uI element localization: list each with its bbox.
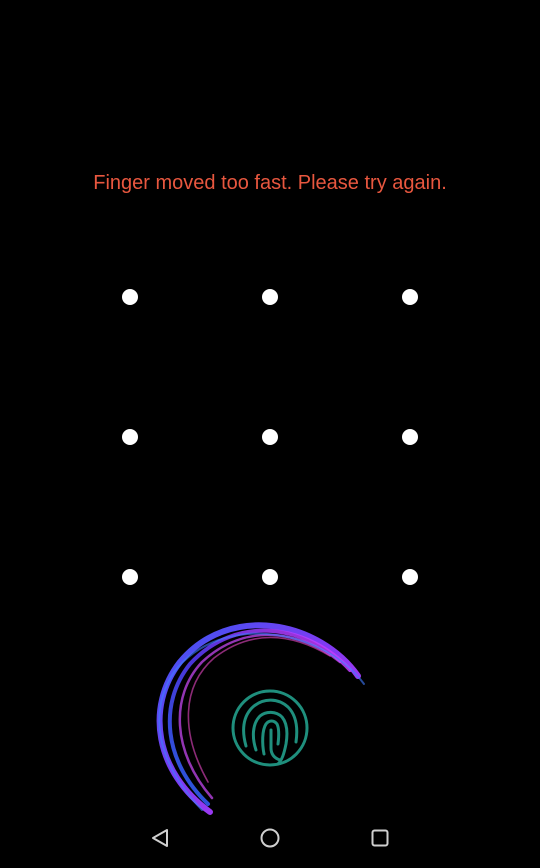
- lock-screen: Finger moved too fast. Please try again.: [0, 0, 540, 868]
- navigation-bar: [0, 808, 540, 868]
- recents-square-icon: [371, 829, 389, 847]
- fingerprint-icon: [231, 689, 309, 767]
- fingerprint-sensor[interactable]: [150, 612, 380, 827]
- back-button[interactable]: [144, 822, 176, 854]
- pattern-dot-9[interactable]: [402, 569, 418, 585]
- pattern-dot-4[interactable]: [122, 429, 138, 445]
- pattern-dot-6[interactable]: [402, 429, 418, 445]
- back-triangle-icon: [152, 829, 168, 847]
- pattern-dot-5[interactable]: [262, 429, 278, 445]
- home-circle-icon: [260, 828, 280, 848]
- pattern-dot-7[interactable]: [122, 569, 138, 585]
- home-button[interactable]: [254, 822, 286, 854]
- recents-button[interactable]: [364, 822, 396, 854]
- fingerprint-animation: [156, 622, 365, 815]
- pattern-dot-3[interactable]: [402, 289, 418, 305]
- pattern-dot-1[interactable]: [122, 289, 138, 305]
- pattern-dot-2[interactable]: [262, 289, 278, 305]
- pattern-dot-8[interactable]: [262, 569, 278, 585]
